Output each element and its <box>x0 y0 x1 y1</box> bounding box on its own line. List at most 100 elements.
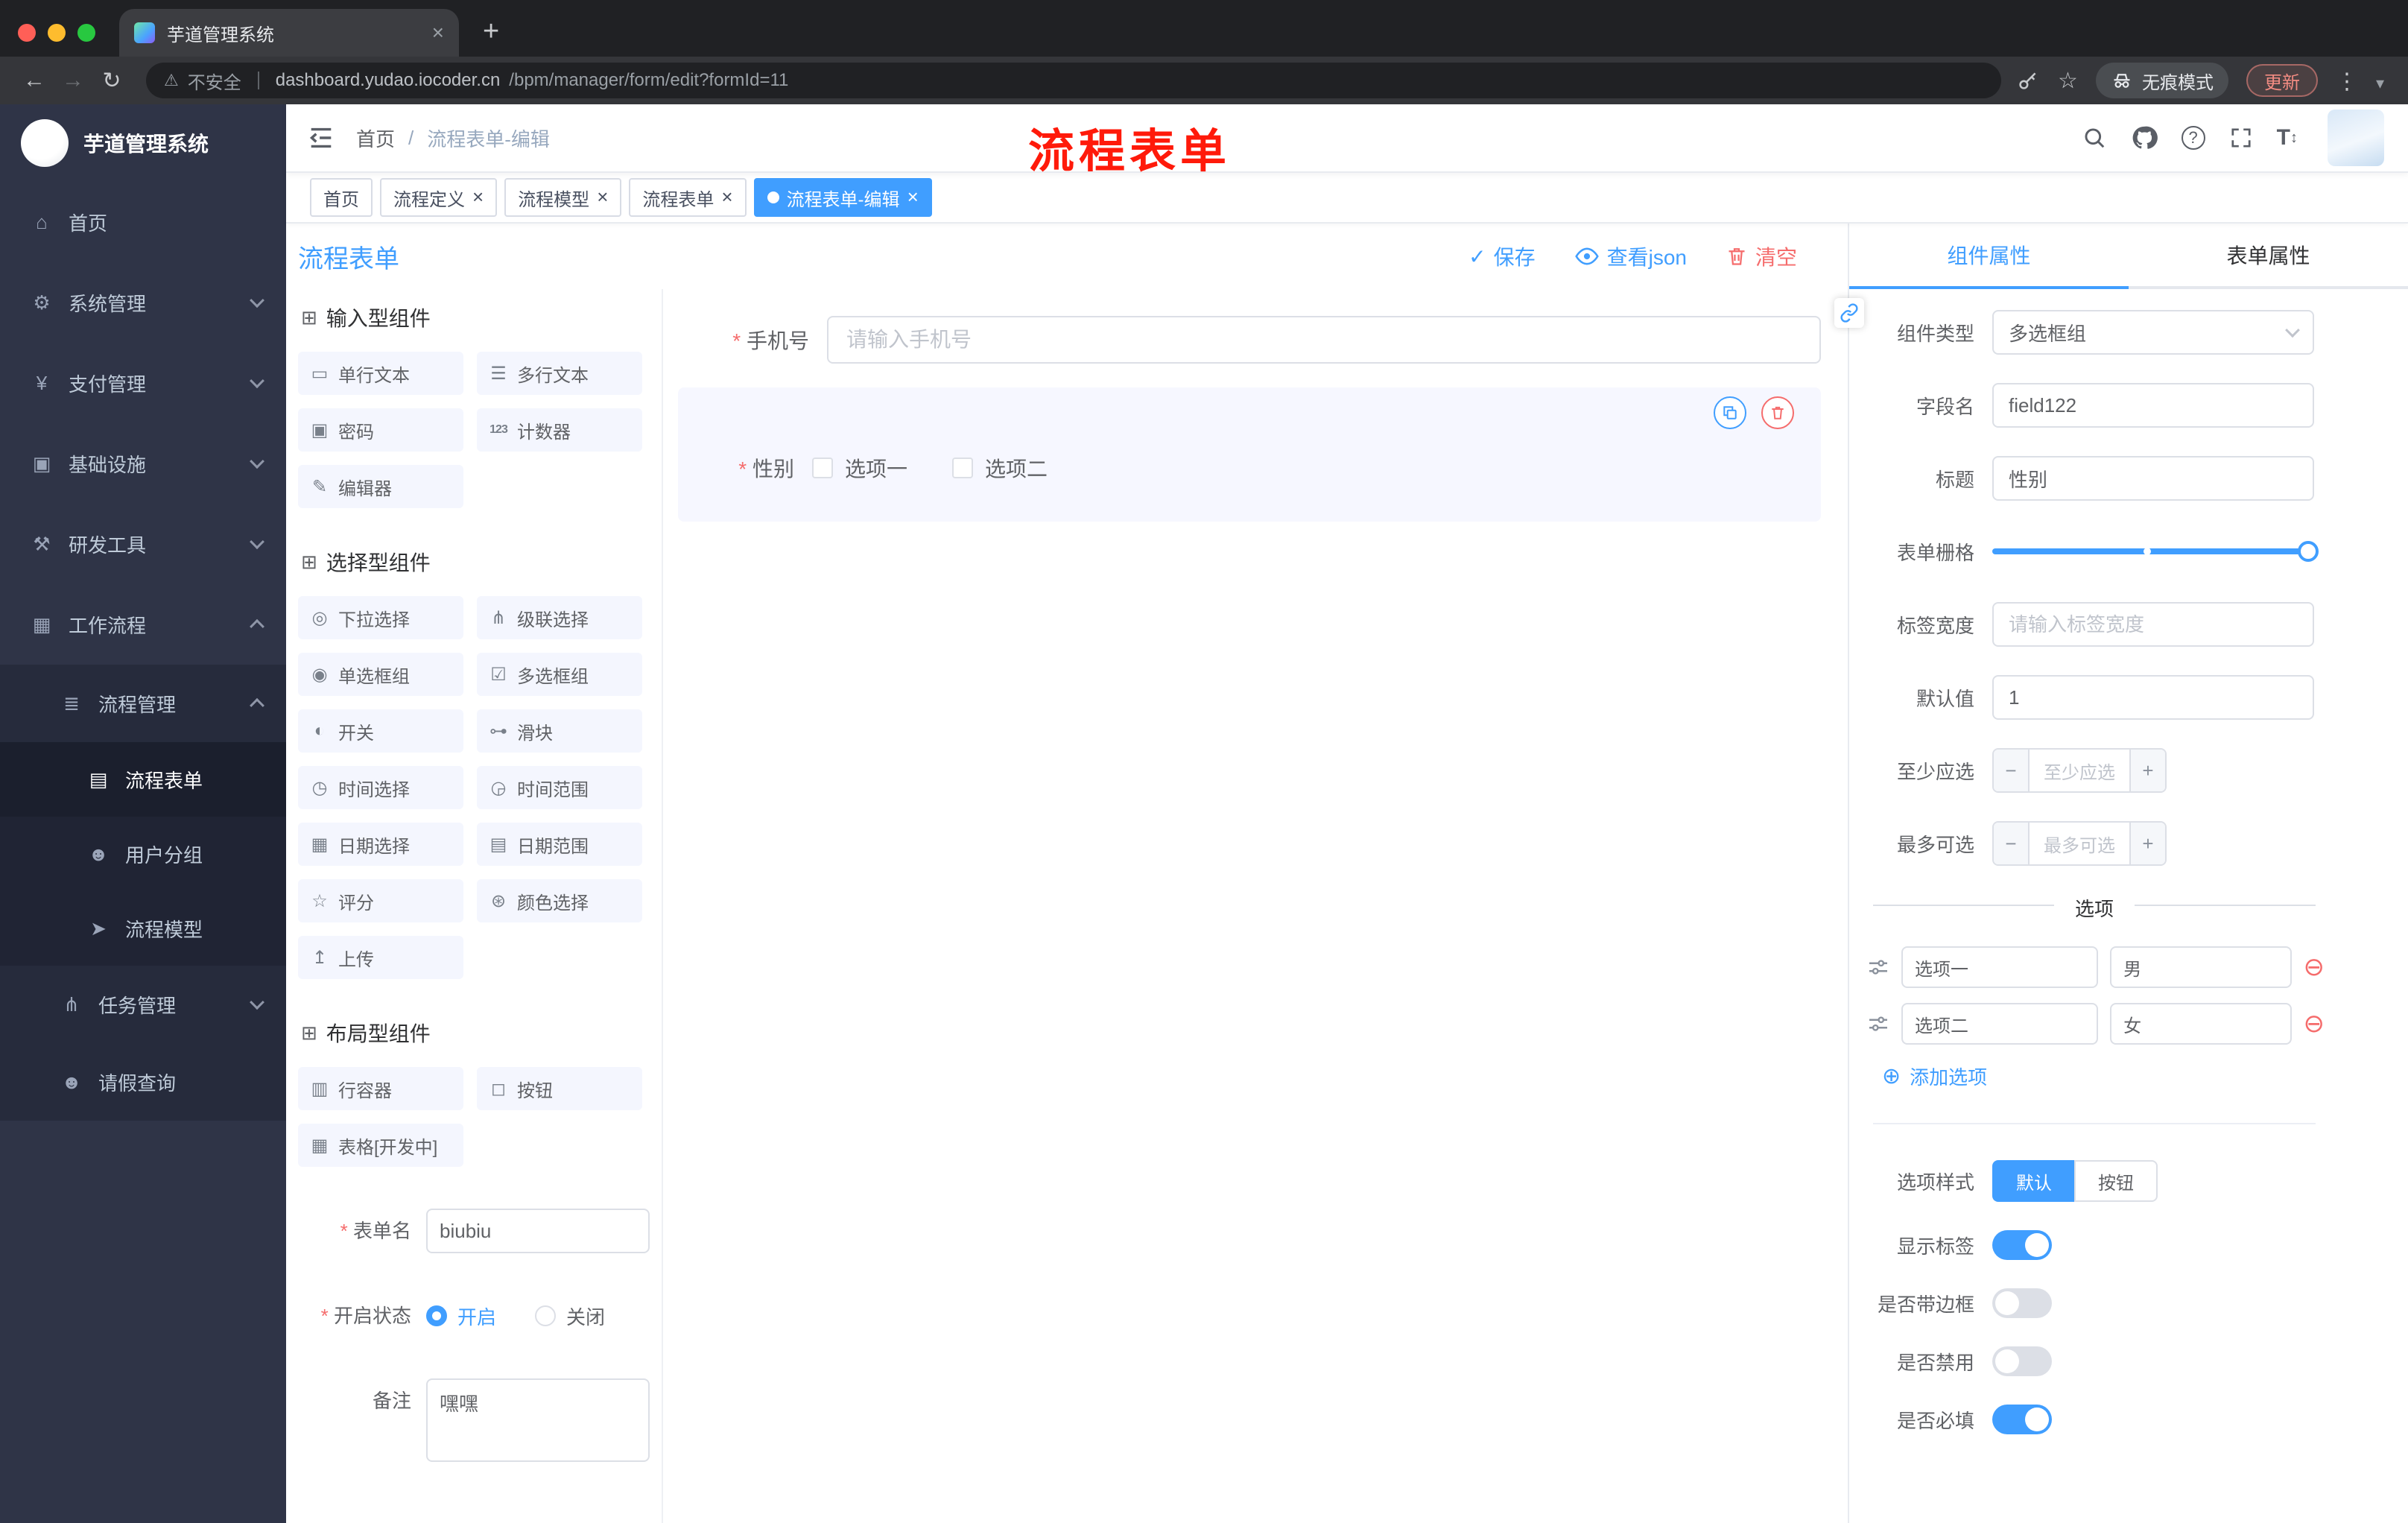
delete-field-button[interactable] <box>1761 396 1794 429</box>
tab-close-icon[interactable]: × <box>432 22 444 43</box>
sidebar-item-payment[interactable]: ¥ 支付管理 <box>0 343 286 423</box>
status-radio-on[interactable]: 开启 <box>426 1302 496 1330</box>
breadcrumb-home[interactable]: 首页 <box>356 124 395 152</box>
form-remark-textarea[interactable]: 嘿嘿 <box>426 1378 650 1462</box>
window-zoom-button[interactable] <box>77 24 95 42</box>
fullscreen-icon[interactable] <box>2229 126 2253 150</box>
component-time-picker[interactable]: ◷ 时间选择 <box>298 766 463 809</box>
tag-process-form[interactable]: 流程表单 <box>629 178 747 217</box>
tag-process-definition[interactable]: 流程定义 <box>380 178 498 217</box>
key-icon[interactable] <box>2016 69 2040 92</box>
link-icon[interactable] <box>1834 298 1864 328</box>
form-canvas[interactable]: 手机号 <box>663 289 1848 1523</box>
status-radio-off[interactable]: 关闭 <box>535 1302 605 1330</box>
option-value-input[interactable] <box>2110 946 2292 988</box>
plus-button[interactable]: + <box>2129 823 2165 864</box>
component-date-range[interactable]: ▤ 日期范围 <box>477 823 642 866</box>
close-icon[interactable] <box>597 187 608 209</box>
clear-button[interactable]: 清空 <box>1726 241 1797 271</box>
component-single-text[interactable]: ▭ 单行文本 <box>298 352 463 395</box>
form-name-input[interactable] <box>426 1209 650 1253</box>
browser-menu-icon[interactable] <box>2336 67 2358 95</box>
minus-button[interactable]: − <box>1994 823 2030 864</box>
font-size-icon[interactable]: T <box>2277 125 2298 151</box>
component-time-range[interactable]: ◶ 时间范围 <box>477 766 642 809</box>
tab-component-props[interactable]: 组件属性 <box>1849 224 2129 289</box>
component-editor[interactable]: ✎ 编辑器 <box>298 465 463 508</box>
tag-home[interactable]: 首页 <box>310 178 373 217</box>
save-button[interactable]: 保存 <box>1468 241 1536 271</box>
component-table[interactable]: ▦ 表格[开发中] <box>298 1124 463 1167</box>
field-name-input[interactable] <box>1992 383 2314 428</box>
sidebar-item-devtools[interactable]: ⚒ 研发工具 <box>0 504 286 584</box>
minus-button[interactable]: − <box>1994 750 2030 791</box>
checkbox-icon[interactable] <box>952 457 974 478</box>
option-label-input[interactable] <box>1901 1003 2099 1045</box>
help-icon[interactable] <box>2181 126 2205 150</box>
component-counter[interactable]: 123 计数器 <box>477 408 642 452</box>
default-value-input[interactable] <box>1992 675 2314 720</box>
border-switch[interactable] <box>1992 1288 2052 1318</box>
show-label-switch[interactable] <box>1992 1230 2052 1260</box>
avatar[interactable] <box>2328 110 2384 166</box>
title-input[interactable] <box>1992 456 2314 501</box>
canvas-field-phone[interactable]: 手机号 <box>678 307 1821 373</box>
phone-field-input[interactable] <box>827 316 1821 364</box>
new-tab-button[interactable]: + <box>483 16 499 48</box>
sidebar-item-workflow[interactable]: ▦ 工作流程 <box>0 584 286 665</box>
max-select-placeholder[interactable]: 最多可选 <box>2030 823 2129 864</box>
component-select[interactable]: ◎ 下拉选择 <box>298 596 463 639</box>
sidebar-item-user-group[interactable]: ☻ 用户分组 <box>0 817 286 891</box>
component-upload[interactable]: ↥ 上传 <box>298 936 463 979</box>
sidebar-fold-icon[interactable] <box>307 124 335 152</box>
close-icon[interactable] <box>721 187 732 209</box>
toolbar-caret-icon[interactable] <box>2376 67 2384 95</box>
tab-form-props[interactable]: 表单属性 <box>2129 224 2408 286</box>
component-rate[interactable]: ☆ 评分 <box>298 879 463 922</box>
browser-tab[interactable]: 芋道管理系统 × <box>119 9 459 57</box>
drag-handle-icon[interactable] <box>1867 956 1889 978</box>
drag-handle-icon[interactable] <box>1867 1013 1889 1035</box>
style-default-button[interactable]: 默认 <box>1992 1160 2074 1202</box>
sidebar-item-infra[interactable]: ▣ 基础设施 <box>0 423 286 504</box>
sidebar-item-task-mgmt[interactable]: ⋔ 任务管理 <box>0 966 286 1043</box>
style-button-button[interactable]: 按钮 <box>2074 1160 2158 1202</box>
component-date-picker[interactable]: ▦ 日期选择 <box>298 823 463 866</box>
option-value-input[interactable] <box>2110 1003 2292 1045</box>
component-checkbox-group[interactable]: ☑ 多选框组 <box>477 653 642 696</box>
checkbox-icon[interactable] <box>812 457 833 478</box>
gender-option-1[interactable]: 选项一 <box>812 453 907 483</box>
component-button[interactable]: ◻ 按钮 <box>477 1067 642 1110</box>
search-icon[interactable] <box>2082 125 2107 151</box>
required-switch[interactable] <box>1992 1405 2052 1434</box>
sidebar-item-home[interactable]: ⌂ 首页 <box>0 182 286 262</box>
close-icon[interactable] <box>907 187 919 209</box>
component-color-picker[interactable]: ⊛ 颜色选择 <box>477 879 642 922</box>
component-password[interactable]: ▣ 密码 <box>298 408 463 452</box>
plus-button[interactable]: + <box>2129 750 2165 791</box>
sidebar-item-process-form[interactable]: ▤ 流程表单 <box>0 742 286 817</box>
component-textarea[interactable]: ☰ 多行文本 <box>477 352 642 395</box>
view-json-button[interactable]: 查看json <box>1574 241 1687 271</box>
reload-button[interactable] <box>92 61 131 100</box>
component-switch[interactable]: ◐ 开关 <box>298 709 463 753</box>
copy-field-button[interactable] <box>1714 396 1746 429</box>
sidebar-item-process-model[interactable]: ➤ 流程模型 <box>0 891 286 966</box>
component-radio-group[interactable]: ◉ 单选框组 <box>298 653 463 696</box>
remove-option-icon[interactable] <box>2304 1011 2325 1036</box>
add-option-button[interactable]: 添加选项 <box>1882 1063 2408 1090</box>
option-label-input[interactable] <box>1901 946 2099 988</box>
gender-option-2[interactable]: 选项二 <box>952 453 1048 483</box>
disabled-switch[interactable] <box>1992 1346 2052 1376</box>
canvas-field-gender-selected[interactable]: 性别 选项一 选项二 <box>678 387 1821 522</box>
component-slider[interactable]: ⊶ 滑块 <box>477 709 642 753</box>
close-icon[interactable] <box>472 187 484 209</box>
slider-handle[interactable] <box>2298 541 2319 562</box>
slider-track[interactable] <box>1992 548 2314 554</box>
min-select-placeholder[interactable]: 至少应选 <box>2030 750 2129 791</box>
component-cascader[interactable]: ⋔ 级联选择 <box>477 596 642 639</box>
sidebar-item-leave-query[interactable]: ☻ 请假查询 <box>0 1043 286 1121</box>
sidebar-logo[interactable]: 芋道管理系统 <box>0 104 286 182</box>
sidebar-item-process-mgmt[interactable]: ≣ 流程管理 <box>0 665 286 742</box>
component-type-select[interactable]: 多选框组 <box>1992 310 2314 355</box>
